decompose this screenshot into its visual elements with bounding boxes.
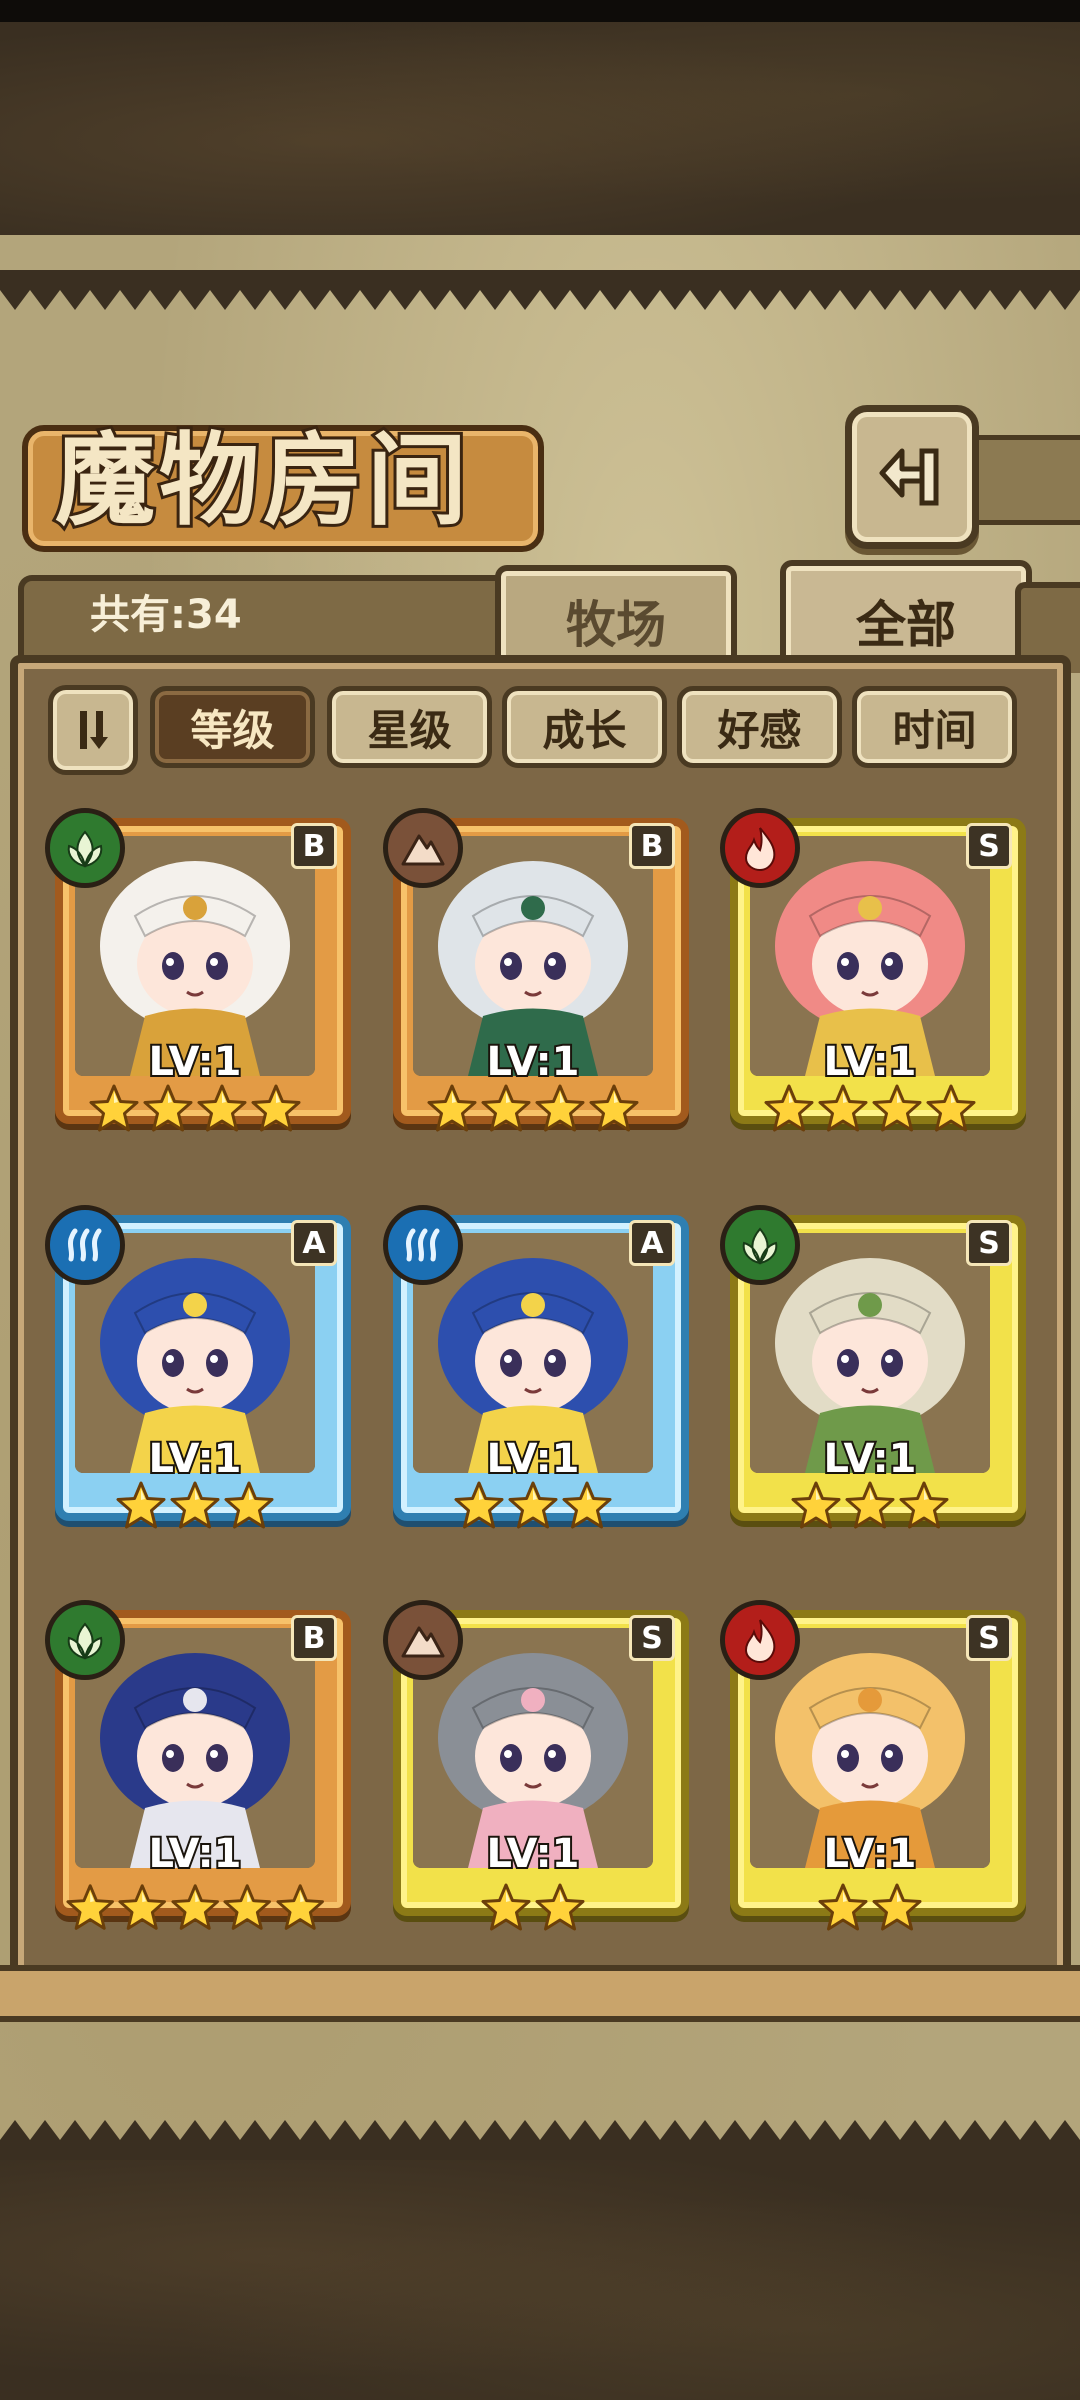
sort-button-affection[interactable]: 好感 bbox=[677, 686, 842, 768]
star-icon bbox=[791, 1481, 841, 1529]
rank-badge: S bbox=[966, 1615, 1012, 1661]
star-icon bbox=[818, 1883, 868, 1931]
star-icon bbox=[562, 1481, 612, 1529]
monster-card[interactable]: S LV:1 bbox=[383, 1600, 689, 1931]
level-label: LV:1 bbox=[147, 1038, 244, 1086]
level-label: LV:1 bbox=[485, 1830, 582, 1878]
star-icon bbox=[118, 1884, 167, 1930]
star-icon bbox=[535, 1084, 585, 1132]
background-bottom bbox=[0, 2160, 1080, 2400]
zigzag-border-top bbox=[0, 270, 1080, 310]
star-icon bbox=[224, 1481, 274, 1529]
element-earth-icon bbox=[383, 808, 463, 888]
level-label: LV:1 bbox=[822, 1038, 919, 1086]
rank-badge: A bbox=[629, 1220, 675, 1266]
element-nature-icon bbox=[45, 808, 125, 888]
star-icon bbox=[764, 1084, 814, 1132]
star-icon bbox=[899, 1481, 949, 1529]
element-water-icon bbox=[45, 1205, 125, 1285]
monster-card[interactable]: B LV:1 bbox=[383, 808, 689, 1138]
element-nature-icon bbox=[45, 1600, 125, 1680]
level-label: LV:1 bbox=[147, 1435, 244, 1483]
star-icon bbox=[926, 1084, 976, 1132]
star-icon bbox=[89, 1084, 139, 1132]
rank-badge: B bbox=[291, 823, 337, 869]
sort-order-toggle[interactable] bbox=[48, 685, 138, 775]
element-nature-icon bbox=[720, 1205, 800, 1285]
back-arrow-icon bbox=[879, 448, 939, 506]
page-title: 魔物房间 bbox=[52, 418, 471, 542]
rank-badge: B bbox=[291, 1615, 337, 1661]
star-rating bbox=[65, 1083, 325, 1138]
background-top bbox=[0, 0, 1080, 235]
monster-card[interactable]: B LV:1 bbox=[45, 1600, 351, 1930]
rank-badge: A bbox=[291, 1220, 337, 1266]
star-icon bbox=[427, 1084, 477, 1132]
monster-room-screen: 魔物房间 共有:34 牧场 全部 等级 星级 成长 好感 时间 B LV:1 B… bbox=[0, 0, 1080, 2400]
star-icon bbox=[454, 1481, 504, 1529]
sort-button-growth[interactable]: 成长 bbox=[502, 686, 667, 768]
element-fire-icon bbox=[720, 1600, 800, 1680]
star-icon bbox=[481, 1883, 531, 1931]
star-icon bbox=[276, 1884, 324, 1930]
level-label: LV:1 bbox=[822, 1830, 919, 1878]
zigzag-border-bottom bbox=[0, 2120, 1080, 2160]
star-icon bbox=[66, 1884, 114, 1930]
rank-badge: S bbox=[966, 1220, 1012, 1266]
sort-button-level[interactable]: 等级 bbox=[150, 686, 315, 768]
star-icon bbox=[481, 1084, 531, 1132]
star-icon bbox=[535, 1883, 585, 1931]
rank-badge: S bbox=[629, 1615, 675, 1661]
star-icon bbox=[818, 1084, 868, 1132]
star-icon bbox=[143, 1084, 193, 1132]
level-label: LV:1 bbox=[147, 1830, 244, 1878]
star-rating bbox=[403, 1083, 663, 1138]
element-earth-icon bbox=[383, 1600, 463, 1680]
star-rating bbox=[65, 1480, 325, 1535]
star-rating bbox=[740, 1480, 1000, 1535]
monster-card[interactable]: A LV:1 bbox=[383, 1205, 689, 1535]
star-icon bbox=[508, 1481, 558, 1529]
sort-button-time[interactable]: 时间 bbox=[852, 686, 1017, 768]
monster-card[interactable]: S LV:1 bbox=[720, 808, 1026, 1138]
star-icon bbox=[170, 1481, 220, 1529]
star-rating bbox=[740, 1083, 1000, 1138]
star-rating bbox=[403, 1480, 663, 1535]
element-fire-icon bbox=[720, 808, 800, 888]
monster-count: 共有:34 bbox=[90, 592, 242, 638]
monster-card[interactable]: A LV:1 bbox=[45, 1205, 351, 1535]
monster-card[interactable]: S LV:1 bbox=[720, 1205, 1026, 1535]
level-label: LV:1 bbox=[485, 1435, 582, 1483]
element-water-icon bbox=[383, 1205, 463, 1285]
star-icon bbox=[872, 1084, 922, 1132]
sort-order-icon bbox=[80, 711, 108, 749]
star-rating bbox=[65, 1882, 325, 1937]
star-rating bbox=[740, 1882, 1000, 1937]
star-icon bbox=[116, 1481, 166, 1529]
panel-footer-rail bbox=[0, 1965, 1080, 2022]
monster-card[interactable]: B LV:1 bbox=[45, 808, 351, 1138]
level-label: LV:1 bbox=[822, 1435, 919, 1483]
star-icon bbox=[872, 1883, 922, 1931]
star-rating bbox=[403, 1882, 663, 1937]
sort-button-stars[interactable]: 星级 bbox=[327, 686, 492, 768]
rank-badge: B bbox=[629, 823, 675, 869]
status-strip bbox=[0, 0, 1080, 22]
level-label: LV:1 bbox=[485, 1038, 582, 1086]
star-icon bbox=[589, 1084, 639, 1132]
monster-card[interactable]: S LV:1 bbox=[720, 1600, 1026, 1931]
rank-badge: S bbox=[966, 823, 1012, 869]
back-button[interactable] bbox=[845, 405, 979, 549]
star-icon bbox=[845, 1481, 895, 1529]
star-icon bbox=[251, 1084, 301, 1132]
star-icon bbox=[223, 1884, 272, 1930]
star-icon bbox=[171, 1884, 219, 1930]
star-icon bbox=[197, 1084, 247, 1132]
